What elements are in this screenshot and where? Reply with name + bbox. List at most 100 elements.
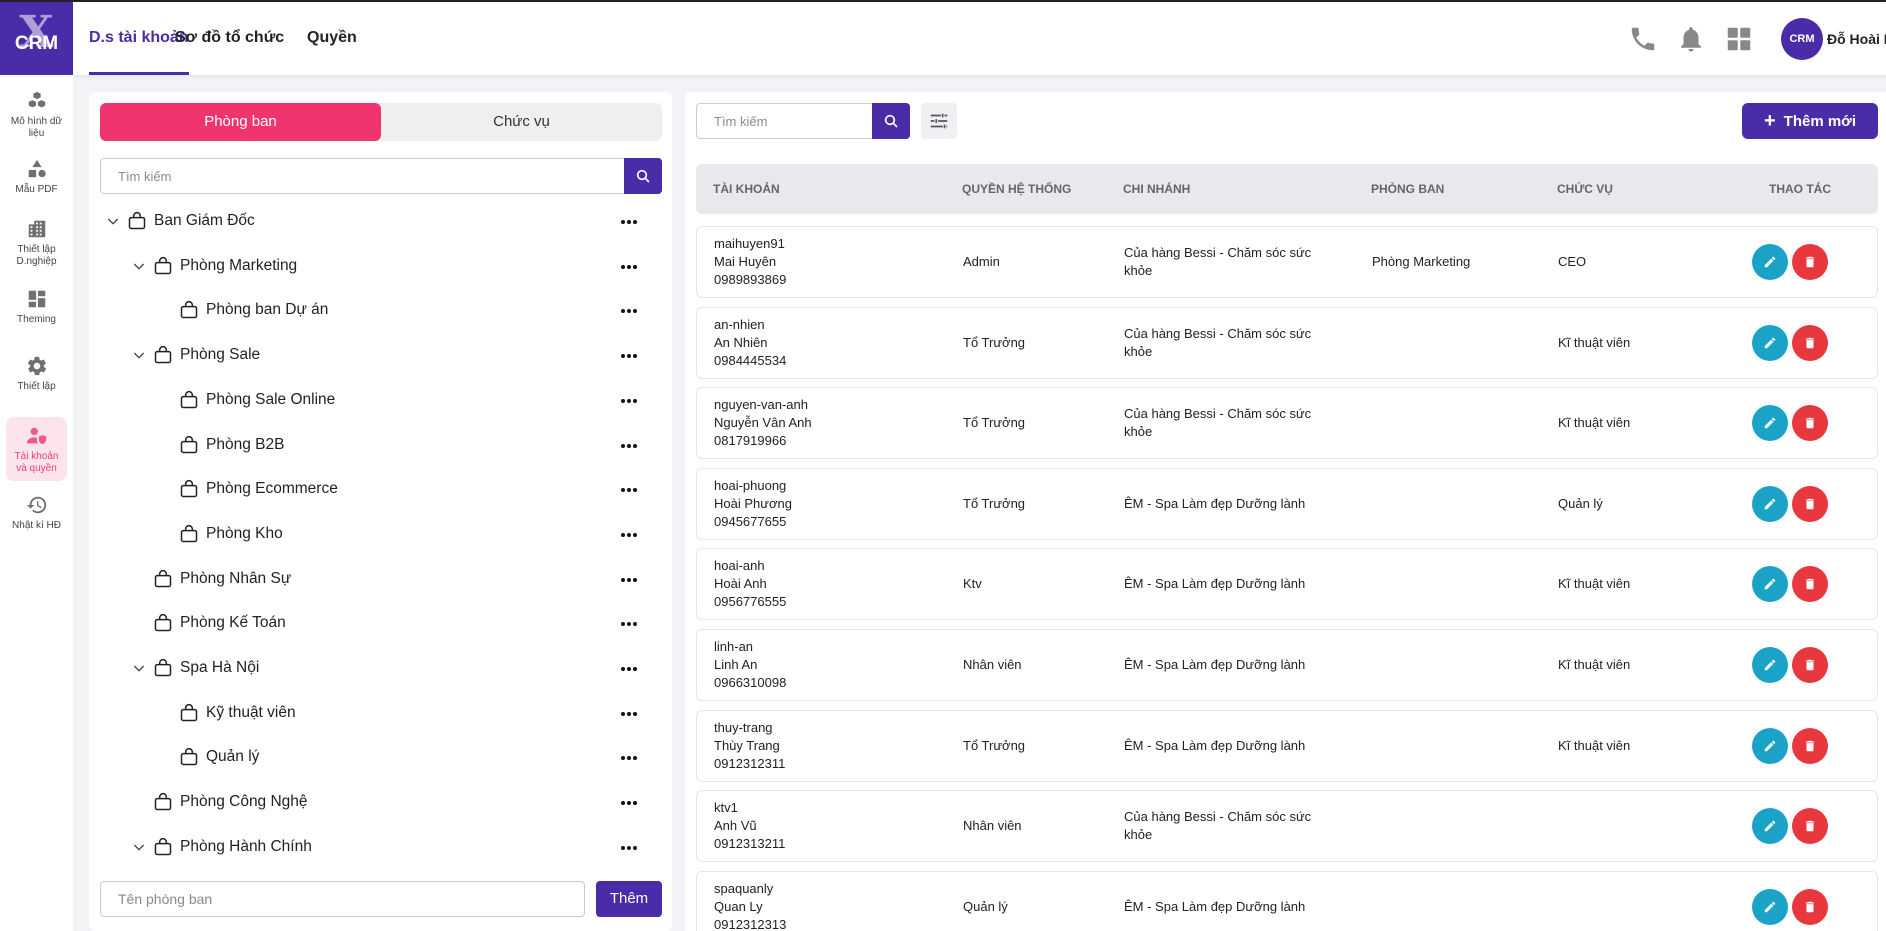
delete-button[interactable] (1792, 485, 1828, 522)
tree-node[interactable]: Phòng Ecommerce (89, 468, 672, 511)
table-row[interactable]: linh-an Linh An 0966310098 Nhân viên ÊM - Sp… (696, 629, 1878, 701)
delete-button[interactable] (1792, 244, 1828, 280)
tree-node[interactable]: Quản lý (89, 736, 672, 779)
edit-button[interactable] (1752, 647, 1788, 683)
tree-node[interactable]: Phòng Kho (89, 513, 672, 556)
table-row[interactable]: hoai-phuong Hoài Phương 0945677655 Tổ Trưởn… (696, 467, 1878, 540)
more-options-icon[interactable] (618, 704, 640, 724)
account-search-input[interactable] (697, 104, 871, 138)
column-system-role[interactable]: QUYỀN HỆ THỐNG (962, 182, 1071, 196)
table-row[interactable]: maihuyen91 Mai Huyên 0989893869 Admin Của hà… (696, 226, 1878, 298)
more-options-icon[interactable] (618, 257, 640, 277)
more-options-icon[interactable] (618, 793, 640, 813)
table-row[interactable]: thuy-trang Thùy Trang 0912312311 Tổ Trưởng Ê… (696, 709, 1878, 782)
department-bag-icon (153, 256, 173, 276)
account-phone: 0966310098 (714, 675, 787, 690)
add-account-button[interactable]: + Thêm mới (1742, 103, 1878, 139)
tree-node[interactable]: Phòng Bảo Vệ (89, 871, 672, 873)
chevron-down-icon[interactable] (131, 660, 147, 676)
tab-org-chart[interactable]: Sơ đồ tổ chức (175, 2, 284, 75)
tree-node[interactable]: Phòng Marketing (89, 245, 672, 288)
tree-node[interactable]: Phòng Kế Toán (89, 602, 672, 645)
new-department-input[interactable] (100, 881, 585, 917)
nav-business-setup[interactable]: Thiết lập D.nghiệp (6, 210, 67, 274)
tree-node[interactable]: Phòng Nhân Sự (89, 558, 672, 601)
more-options-icon[interactable] (618, 391, 640, 411)
column-branch[interactable]: CHI NHÁNH (1123, 182, 1190, 196)
tab-permissions[interactable]: Quyền (307, 2, 357, 75)
crm-logo[interactable]: X CRM (0, 2, 73, 75)
chevron-down-icon[interactable] (105, 213, 121, 229)
nav-data-model[interactable]: Mô hình dữ liệu (6, 82, 67, 144)
edit-button[interactable] (1752, 405, 1788, 442)
account-cell: thuy-trang Thùy Trang 0912312311 (714, 719, 785, 773)
edit-button[interactable] (1752, 888, 1788, 925)
more-options-icon[interactable] (618, 659, 640, 679)
edit-button[interactable] (1752, 244, 1788, 280)
tree-node[interactable]: Phòng Hành Chính (89, 826, 672, 869)
segment-positions[interactable]: Chức vụ (381, 103, 662, 141)
table-row[interactable]: spaquanly Quan Ly 0912312313 Quản lý ÊM - Sp… (696, 870, 1878, 931)
nav-accounts-permissions[interactable]: Tài khoản và quyền (6, 417, 67, 481)
delete-button[interactable] (1792, 727, 1828, 764)
more-options-icon[interactable] (618, 614, 640, 634)
column-department[interactable]: PHÒNG BAN (1371, 182, 1444, 196)
segment-departments[interactable]: Phòng ban (100, 103, 381, 141)
more-options-icon[interactable] (618, 525, 640, 545)
nav-pdf-template[interactable]: Mẫu PDF (6, 150, 67, 204)
delete-button[interactable] (1792, 888, 1828, 925)
tree-node[interactable]: Ban Giám Đốc (89, 200, 672, 243)
filter-button[interactable] (921, 103, 957, 139)
department-search-input[interactable] (101, 159, 624, 193)
account-search-button[interactable] (872, 103, 910, 139)
edit-button[interactable] (1752, 324, 1788, 361)
delete-button[interactable] (1792, 647, 1828, 683)
tree-node[interactable]: Phòng B2B (89, 424, 672, 467)
add-department-button[interactable]: Thêm (596, 881, 662, 917)
delete-button[interactable] (1792, 808, 1828, 845)
tree-node[interactable]: Phòng Sale Online (89, 379, 672, 422)
chevron-down-icon[interactable] (131, 839, 147, 855)
table-row[interactable]: an-nhien An Nhiên 0984445534 Tổ Trưởng Của h… (696, 306, 1878, 379)
trash-icon (1803, 254, 1817, 270)
more-options-icon[interactable] (618, 570, 640, 590)
tree-node[interactable]: Phòng Sale (89, 334, 672, 377)
column-account[interactable]: TÀI KHOẢN (713, 182, 780, 196)
delete-button[interactable] (1792, 324, 1828, 361)
search-icon (884, 114, 898, 128)
edit-button[interactable] (1752, 727, 1788, 764)
delete-button[interactable] (1792, 405, 1828, 442)
nav-settings[interactable]: Thiết lập (6, 347, 67, 401)
department-search-button[interactable] (624, 158, 662, 194)
column-position[interactable]: CHỨC VỤ (1557, 182, 1613, 196)
tree-node[interactable]: Kỹ thuật viên (89, 692, 672, 735)
user-avatar[interactable]: CRM (1781, 18, 1823, 60)
tree-node[interactable]: Phòng ban Dự án (89, 289, 672, 332)
more-options-icon[interactable] (618, 301, 640, 321)
nav-activity-log[interactable]: Nhật kí HĐ (6, 486, 67, 540)
more-options-icon[interactable] (618, 436, 640, 456)
table-row[interactable]: hoai-anh Hoài Anh 0956776555 Ktv ÊM - Spa Là… (696, 548, 1878, 621)
table-row[interactable]: ktv1 Anh Vũ 0912313211 Nhân viên Của hàng Be… (696, 790, 1878, 863)
tree-node-label: Phòng Kho (206, 524, 283, 542)
more-options-icon[interactable] (618, 748, 640, 768)
more-options-icon[interactable] (618, 480, 640, 500)
edit-button[interactable] (1752, 808, 1788, 845)
phone-icon[interactable] (1628, 24, 1658, 54)
tree-node[interactable]: Spa Hà Nội (89, 647, 672, 690)
chevron-down-icon[interactable] (131, 258, 147, 274)
tree-node[interactable]: Phòng Công Nghệ (89, 781, 672, 824)
more-options-icon[interactable] (618, 212, 640, 232)
edit-button[interactable] (1752, 485, 1788, 522)
bell-icon[interactable] (1676, 24, 1706, 54)
delete-button[interactable] (1792, 566, 1828, 603)
table-row[interactable]: nguyen-van-anh Nguyễn Vân Anh 0817919966 Tổ… (696, 387, 1878, 460)
tab-account-list[interactable]: D.s tài khoản (89, 2, 189, 75)
more-options-icon[interactable] (618, 346, 640, 366)
more-options-icon[interactable] (618, 838, 640, 858)
user-name[interactable]: Đỗ Hoài Li (1827, 31, 1886, 47)
nav-theming[interactable]: Theming (6, 280, 67, 334)
edit-button[interactable] (1752, 566, 1788, 603)
apps-grid-icon[interactable] (1724, 24, 1754, 54)
chevron-down-icon[interactable] (131, 347, 147, 363)
